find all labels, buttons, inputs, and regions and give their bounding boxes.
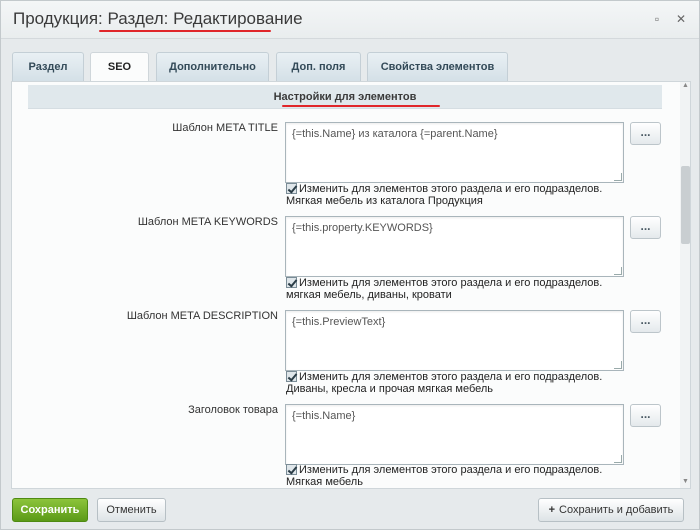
product-heading-textarea[interactable]: {=this.Name} <box>285 404 624 465</box>
meta-title-label: Шаблон META TITLE <box>172 122 278 134</box>
dialog-title: Продукция: Раздел: Редактирование <box>13 9 303 28</box>
plus-icon: + <box>548 504 556 516</box>
close-icon[interactable]: ✕ <box>675 13 687 25</box>
save-button[interactable]: Сохранить <box>12 498 88 522</box>
dialog-titlebar[interactable]: Продукция: Раздел: Редактирование ▫ ✕ <box>1 1 699 39</box>
meta-title-apply-label: Изменить для элементов этого раздела и е… <box>299 183 603 195</box>
meta-description-textarea[interactable]: {=this.PreviewText} <box>285 310 624 371</box>
section-header-label: Настройки для элементов <box>273 91 417 103</box>
meta-keywords-preview: мягкая мебель, диваны, кровати <box>286 289 452 301</box>
resize-grip-icon[interactable] <box>614 361 622 369</box>
scroll-up-icon[interactable]: ▲ <box>680 82 690 92</box>
save-and-add-label: Сохранить и добавить <box>559 504 674 516</box>
meta-description-preview: Диваны, кресла и прочая мягкая мебель <box>286 383 494 395</box>
meta-description-apply-label: Изменить для элементов этого раздела и е… <box>299 371 603 383</box>
minimize-icon[interactable]: ▫ <box>651 13 663 25</box>
tab-extra-fields[interactable]: Доп. поля <box>276 52 361 81</box>
meta-description-value: {=this.PreviewText} <box>292 316 386 328</box>
tab-seo[interactable]: SEO <box>90 52 149 82</box>
meta-title-apply-checkbox[interactable] <box>286 183 297 194</box>
tab-element-properties[interactable]: Свойства элементов <box>367 52 508 81</box>
meta-keywords-textarea[interactable]: {=this.property.KEYWORDS} <box>285 216 624 277</box>
section-header-underline <box>282 105 440 107</box>
meta-keywords-apply-checkbox[interactable] <box>286 277 297 288</box>
tab-additional[interactable]: Дополнительно <box>156 52 269 81</box>
meta-keywords-apply-label: Изменить для элементов этого раздела и е… <box>299 277 603 289</box>
product-heading-apply-checkbox[interactable] <box>286 464 297 475</box>
resize-grip-icon[interactable] <box>614 173 622 181</box>
meta-description-label: Шаблон META DESCRIPTION <box>126 310 278 322</box>
product-heading-insert-button[interactable]: ... <box>630 404 661 427</box>
title-highlight-underline <box>99 30 271 32</box>
section-header: Настройки для элементов <box>28 85 662 109</box>
meta-keywords-value: {=this.property.KEYWORDS} <box>292 222 433 234</box>
cancel-button[interactable]: Отменить <box>97 498 166 522</box>
meta-description-insert-button[interactable]: ... <box>630 310 661 333</box>
product-heading-preview: Мягкая мебель <box>286 476 363 488</box>
meta-description-apply-checkbox[interactable] <box>286 371 297 382</box>
meta-keywords-insert-button[interactable]: ... <box>630 216 661 239</box>
tab-section[interactable]: Раздел <box>12 52 84 81</box>
seo-tab-content: Настройки для элементов Шаблон META TITL… <box>11 81 691 489</box>
meta-title-textarea[interactable]: {=this.Name} из каталога {=parent.Name} <box>285 122 624 183</box>
content-scrollbar[interactable]: ▲ ▼ <box>680 82 690 488</box>
meta-title-value: {=this.Name} из каталога {=parent.Name} <box>292 128 498 140</box>
meta-title-preview: Мягкая мебель из каталога Продукция <box>286 195 483 207</box>
scroll-down-icon[interactable]: ▼ <box>680 478 690 488</box>
edit-section-dialog: Продукция: Раздел: Редактирование ▫ ✕ Ра… <box>0 0 700 530</box>
product-heading-apply-label: Изменить для элементов этого раздела и е… <box>299 464 603 476</box>
meta-keywords-label: Шаблон META KEYWORDS <box>137 216 278 228</box>
dialog-footer: Сохранить Отменить + Сохранить и добавить <box>1 489 699 529</box>
tab-bar: Раздел SEO Дополнительно Доп. поля Свойс… <box>1 39 699 82</box>
resize-grip-icon[interactable] <box>614 267 622 275</box>
resize-grip-icon[interactable] <box>614 455 622 463</box>
scrollbar-thumb[interactable] <box>681 166 690 244</box>
product-heading-label: Заголовок товара <box>188 404 278 416</box>
save-and-add-button[interactable]: + Сохранить и добавить <box>538 498 684 522</box>
product-heading-value: {=this.Name} <box>292 410 356 422</box>
meta-title-insert-button[interactable]: ... <box>630 122 661 145</box>
